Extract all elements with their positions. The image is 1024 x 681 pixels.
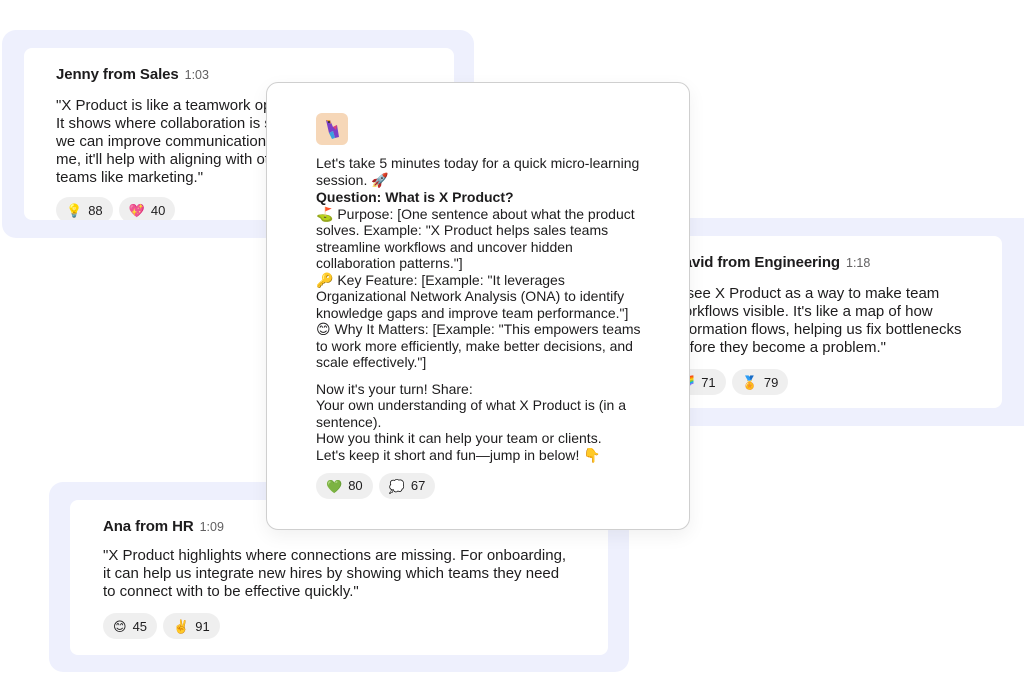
post-intro: Let's take 5 minutes today for a quick m… [316, 155, 640, 188]
green-heart-icon: 💚 [326, 478, 343, 494]
timestamp[interactable]: 1:09 [200, 520, 224, 534]
reaction-bar: 💚 80 💭 67 [316, 473, 641, 499]
reaction-smile[interactable]: 😊 45 [103, 613, 158, 639]
message-text: "X Product highlights where connections … [103, 547, 567, 600]
post-share-title: Now it's your turn! Share: [316, 380, 473, 397]
reaction-count: 40 [150, 202, 166, 218]
reaction-count: 45 [132, 618, 148, 634]
reaction-lightbulb[interactable]: 💡 88 [56, 197, 113, 220]
victory-hand-icon: ✌️ [173, 618, 190, 634]
reaction-medal[interactable]: 🏅 79 [731, 369, 789, 395]
reaction-count: 71 [701, 374, 716, 390]
reaction-count: 80 [348, 477, 363, 493]
thought-bubble-icon: 💭 [388, 478, 405, 494]
sparkling-heart-icon: 💖 [128, 202, 145, 218]
reaction-count: 88 [88, 202, 103, 218]
timestamp[interactable]: 1:18 [846, 256, 870, 270]
post-question: Question: What is X Product? [316, 189, 514, 205]
post-why-it-matters: 😊 Why It Matters: [Example: "This empowe… [316, 321, 641, 370]
sender-name[interactable]: David from Engineering [673, 254, 840, 271]
message-header: David from Engineering 1:18 [673, 254, 1002, 271]
message-text: "I see X Product as a way to make team w… [673, 285, 962, 356]
featured-post-card: Let's take 5 minutes today for a quick m… [266, 82, 690, 530]
post-share-item-3: Let's keep it short and fun—jump in belo… [316, 446, 601, 463]
post-share-item-2: How you think it can help your team or c… [316, 430, 602, 446]
smile-icon: 😊 [113, 618, 127, 634]
message-card-david: David from Engineering 1:18 "I see X Pro… [655, 236, 1002, 408]
bot-avatar[interactable] [316, 113, 348, 145]
reaction-sparkling-heart[interactable]: 💖 40 [118, 197, 176, 220]
reaction-count: 67 [410, 477, 426, 493]
reaction-bar: 🌈 71 🏅 79 [669, 369, 1002, 395]
message-header: Jenny from Sales 1:03 [56, 66, 454, 83]
reaction-bar: 😊 45 ✌️ 91 [103, 613, 608, 639]
reaction-count: 79 [763, 374, 779, 390]
sender-name[interactable]: Ana from HR [103, 518, 194, 535]
reaction-count: 91 [195, 618, 210, 634]
reaction-green-heart[interactable]: 💚 80 [316, 473, 373, 499]
reaction-thought-bubble[interactable]: 💭 67 [378, 473, 436, 499]
post-key-feature: 🔑 Key Feature: [Example: "It leverages O… [316, 271, 629, 321]
timestamp[interactable]: 1:03 [185, 68, 209, 82]
sender-name[interactable]: Jenny from Sales [56, 66, 179, 83]
post-share-item-1: Your own understanding of what X Product… [316, 397, 627, 430]
post-purpose: ⛳ Purpose: [One sentence about what the … [316, 205, 635, 272]
reaction-victory-hand[interactable]: ✌️ 91 [163, 613, 220, 639]
bird-logo-icon [326, 120, 339, 139]
medal-icon: 🏅 [741, 374, 758, 390]
lightbulb-icon: 💡 [66, 202, 83, 218]
